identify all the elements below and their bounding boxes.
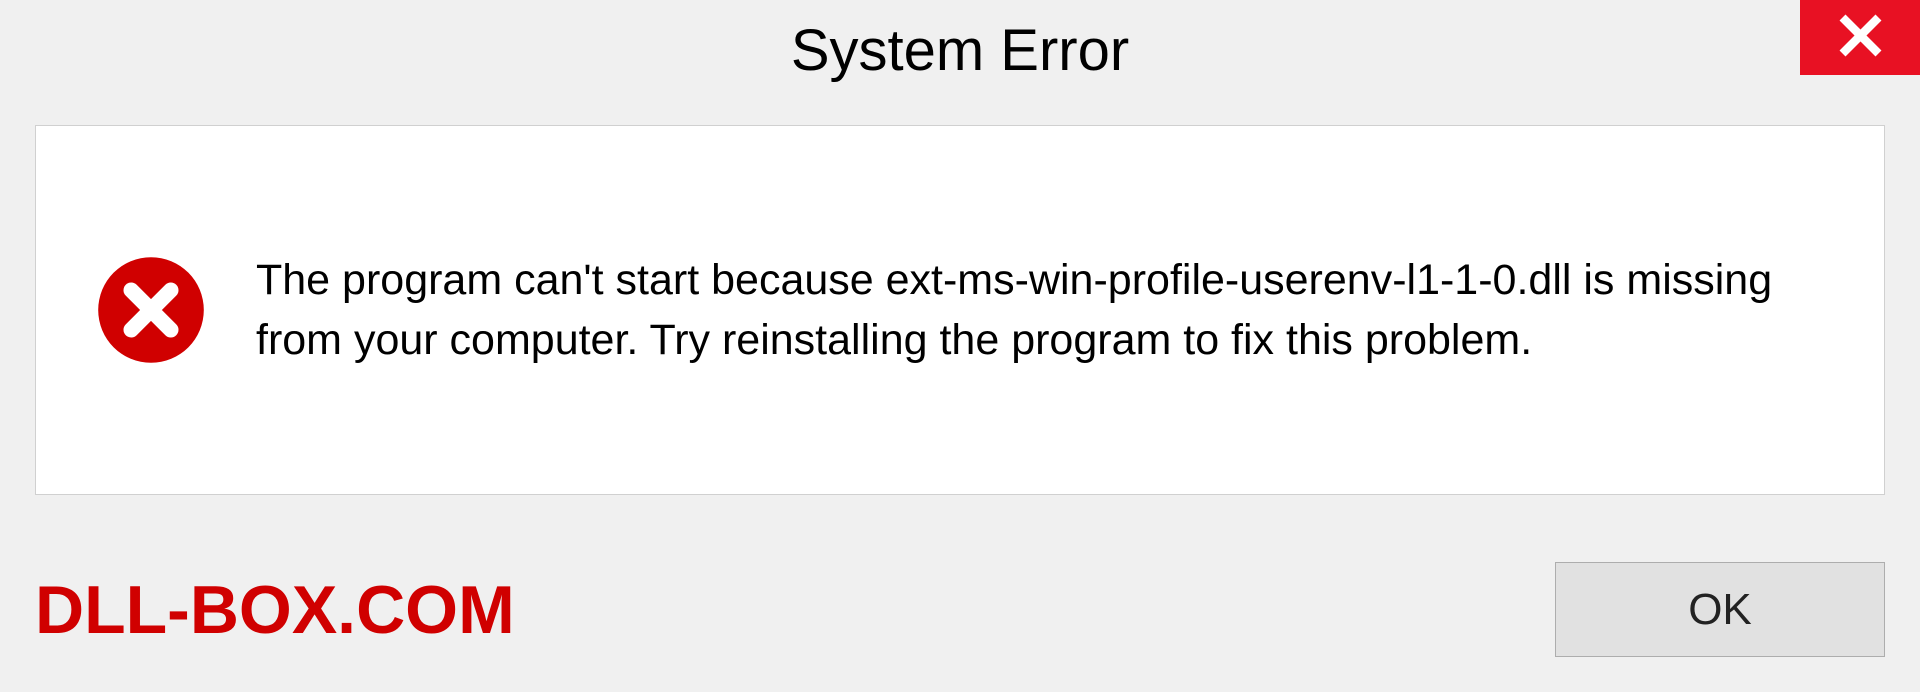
error-message: The program can't start because ext-ms-w…: [256, 250, 1824, 370]
close-button[interactable]: [1800, 0, 1920, 75]
error-icon: [96, 255, 206, 365]
ok-button-label: OK: [1688, 585, 1752, 635]
window-title: System Error: [791, 17, 1129, 84]
titlebar: System Error: [0, 0, 1920, 100]
watermark-text: DLL-BOX.COM: [35, 571, 515, 649]
close-icon: [1838, 13, 1883, 63]
content-panel: The program can't start because ext-ms-w…: [35, 125, 1885, 495]
ok-button[interactable]: OK: [1555, 562, 1885, 657]
footer: DLL-BOX.COM OK: [35, 562, 1885, 657]
